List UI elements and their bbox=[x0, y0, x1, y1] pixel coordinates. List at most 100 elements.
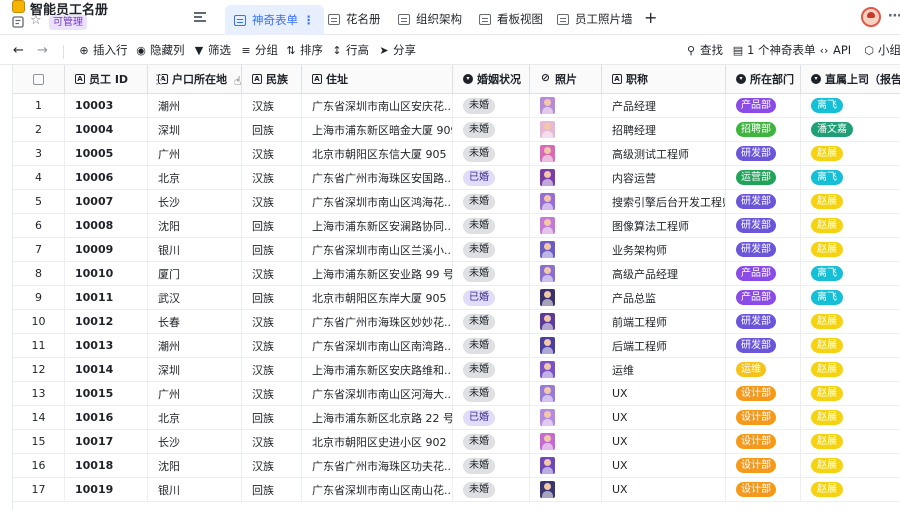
address-cell[interactable]: 上海市浦东新区安业路 99 号 bbox=[302, 262, 453, 285]
employee-photo-thumbnail[interactable] bbox=[540, 337, 555, 354]
job-title-cell[interactable]: UX bbox=[602, 382, 726, 405]
department-cell[interactable]: 产品部 bbox=[726, 286, 801, 309]
table-row[interactable]: 1 10003 潮州 汉族 广东省深圳市南山区安庆花... 未婚 产品经理 产品部 离飞 bbox=[13, 94, 900, 118]
photo-cell[interactable] bbox=[530, 286, 602, 309]
tab-magic-form[interactable]: 神奇表单 ⋮ bbox=[225, 5, 324, 35]
ethnicity-cell[interactable]: 汉族 bbox=[242, 358, 302, 381]
manager-cell[interactable]: 潘文嘉 bbox=[801, 118, 900, 141]
ethnicity-cell[interactable]: 回族 bbox=[242, 478, 302, 501]
employee-id-cell[interactable]: 10003 bbox=[65, 94, 148, 117]
table-row[interactable]: 5 10007 长沙 汉族 广东省深圳市南山区鸿海花... 未婚 搜索引擎后台开发工程师 研发… bbox=[13, 190, 900, 214]
job-title-cell[interactable]: 图像算法工程师 bbox=[602, 214, 726, 237]
ethnicity-cell[interactable]: 回族 bbox=[242, 286, 302, 309]
employee-photo-thumbnail[interactable] bbox=[540, 241, 555, 258]
job-title-cell[interactable]: 高级产品经理 bbox=[602, 262, 726, 285]
api-button[interactable]: ‹› API bbox=[818, 43, 852, 58]
add-view-icon[interactable]: + bbox=[644, 9, 657, 27]
row-number-cell[interactable]: 16 bbox=[13, 454, 65, 477]
address-cell[interactable]: 广东省广州市海珠区功夫花... bbox=[302, 454, 453, 477]
address-cell[interactable]: 上海市浦东新区安澜路协同... bbox=[302, 214, 453, 237]
ethnicity-cell[interactable]: 汉族 bbox=[242, 334, 302, 357]
department-cell[interactable]: 研发部 bbox=[726, 334, 801, 357]
manager-cell[interactable]: 赵晨 bbox=[801, 238, 900, 261]
row-number-cell[interactable]: 9 bbox=[13, 286, 65, 309]
ethnicity-cell[interactable]: 汉族 bbox=[242, 430, 302, 453]
department-cell[interactable]: 设计部 bbox=[726, 430, 801, 453]
photo-cell[interactable] bbox=[530, 214, 602, 237]
manager-cell[interactable]: 赵晨 bbox=[801, 310, 900, 333]
row-number-cell[interactable]: 12 bbox=[13, 358, 65, 381]
ethnicity-cell[interactable]: 汉族 bbox=[242, 262, 302, 285]
employee-id-cell[interactable]: 10015 bbox=[65, 382, 148, 405]
marital-status-cell[interactable]: 未婚 bbox=[453, 358, 530, 381]
filter-button[interactable]: ▼ 筛选 bbox=[193, 43, 231, 58]
row-number-cell[interactable]: 10 bbox=[13, 310, 65, 333]
manager-cell[interactable]: 赵晨 bbox=[801, 142, 900, 165]
hukou-cell[interactable]: 长沙 bbox=[148, 190, 242, 213]
column-header-address[interactable]: A 住址 bbox=[302, 65, 453, 93]
employee-id-cell[interactable]: 10005 bbox=[65, 142, 148, 165]
marital-status-cell[interactable]: 未婚 bbox=[453, 430, 530, 453]
employee-photo-thumbnail[interactable] bbox=[540, 409, 555, 426]
ethnicity-cell[interactable]: 汉族 bbox=[242, 382, 302, 405]
employee-id-cell[interactable]: 10016 bbox=[65, 406, 148, 429]
department-cell[interactable]: 研发部 bbox=[726, 310, 801, 333]
department-cell[interactable]: 设计部 bbox=[726, 382, 801, 405]
employee-photo-thumbnail[interactable] bbox=[540, 361, 555, 378]
employee-photo-thumbnail[interactable] bbox=[540, 313, 555, 330]
manager-cell[interactable]: 赵晨 bbox=[801, 478, 900, 501]
hukou-cell[interactable]: 沈阳 bbox=[148, 214, 242, 237]
employee-id-cell[interactable]: 10007 bbox=[65, 190, 148, 213]
marital-status-cell[interactable]: 未婚 bbox=[453, 190, 530, 213]
manager-cell[interactable]: 离飞 bbox=[801, 94, 900, 117]
column-header-marital-status[interactable]: ▾ 婚姻状况 bbox=[453, 65, 530, 93]
department-cell[interactable]: 运维 bbox=[726, 358, 801, 381]
hukou-cell[interactable]: 北京 bbox=[148, 166, 242, 189]
address-cell[interactable]: 北京市朝阳区史进小区 902 bbox=[302, 430, 453, 453]
job-title-cell[interactable]: UX bbox=[602, 406, 726, 429]
address-cell[interactable]: 上海市浦东新区北京路 22 号 bbox=[302, 406, 453, 429]
find-button[interactable]: ⚲ 查找 bbox=[685, 43, 723, 58]
address-cell[interactable]: 广东省广州市海珠区妙妙花... bbox=[302, 310, 453, 333]
department-cell[interactable]: 产品部 bbox=[726, 94, 801, 117]
marital-status-cell[interactable]: 未婚 bbox=[453, 478, 530, 501]
hukou-cell[interactable]: 北京 bbox=[148, 406, 242, 429]
row-number-cell[interactable]: 14 bbox=[13, 406, 65, 429]
row-number-cell[interactable]: 2 bbox=[13, 118, 65, 141]
marital-status-cell[interactable]: 未婚 bbox=[453, 310, 530, 333]
tab-photo-wall[interactable]: 员工照片墙 bbox=[557, 6, 633, 32]
marital-status-cell[interactable]: 未婚 bbox=[453, 334, 530, 357]
job-title-cell[interactable]: 运维 bbox=[602, 358, 726, 381]
ethnicity-cell[interactable]: 汉族 bbox=[242, 142, 302, 165]
table-row[interactable]: 8 10010 厦门 汉族 上海市浦东新区安业路 99 号未婚 高级产品经理 产品部 离飞 bbox=[13, 262, 900, 286]
row-number-cell[interactable]: 7 bbox=[13, 238, 65, 261]
employee-photo-thumbnail[interactable] bbox=[540, 289, 555, 306]
marital-status-cell[interactable]: 未婚 bbox=[453, 118, 530, 141]
table-row[interactable]: 12 10014 深圳 汉族 上海市浦东新区安庆路维和... 未婚 运维 运维 赵晨 bbox=[13, 358, 900, 382]
tab-org-chart[interactable]: 组织架构 bbox=[398, 6, 462, 32]
hukou-cell[interactable]: 深圳 bbox=[148, 118, 242, 141]
photo-cell[interactable] bbox=[530, 382, 602, 405]
sidebar-menu-icon[interactable] bbox=[194, 12, 206, 22]
table-row[interactable]: 16 10018 沈阳 汉族 广东省广州市海珠区功夫花... 未婚 UX 设计部 赵晨 bbox=[13, 454, 900, 478]
row-number-cell[interactable]: 13 bbox=[13, 382, 65, 405]
job-title-cell[interactable]: 后端工程师 bbox=[602, 334, 726, 357]
manager-cell[interactable]: 离飞 bbox=[801, 262, 900, 285]
address-cell[interactable]: 北京市朝阳区东信大厦 905 bbox=[302, 142, 453, 165]
employee-photo-thumbnail[interactable] bbox=[540, 121, 555, 138]
row-number-cell[interactable]: 15 bbox=[13, 430, 65, 453]
marital-status-cell[interactable]: 已婚 bbox=[453, 286, 530, 309]
column-header-department[interactable]: ▾ 所在部门 bbox=[726, 65, 801, 93]
row-number-cell[interactable]: 6 bbox=[13, 214, 65, 237]
photo-cell[interactable] bbox=[530, 334, 602, 357]
marital-status-cell[interactable]: 未婚 bbox=[453, 454, 530, 477]
employee-id-cell[interactable]: 10011 bbox=[65, 286, 148, 309]
column-header-ethnicity[interactable]: A 民族 bbox=[242, 65, 302, 93]
address-cell[interactable]: 北京市朝阳区东岸大厦 905 bbox=[302, 286, 453, 309]
row-number-cell[interactable]: 1 bbox=[13, 94, 65, 117]
table-row[interactable]: 17 10019 银川 回族 广东省深圳市南山区南山花... 未婚 UX 设计部 赵晨 bbox=[13, 478, 900, 502]
employee-photo-thumbnail[interactable] bbox=[540, 169, 555, 186]
department-cell[interactable]: 研发部 bbox=[726, 190, 801, 213]
ethnicity-cell[interactable]: 回族 bbox=[242, 214, 302, 237]
manager-cell[interactable]: 赵晨 bbox=[801, 382, 900, 405]
